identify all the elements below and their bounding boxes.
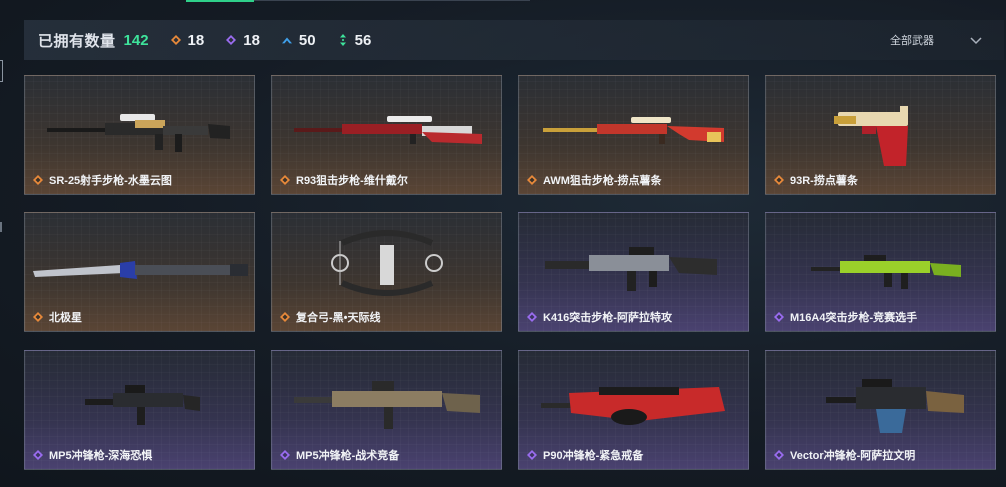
weapon-name: Vector冲锋枪-阿萨拉文明 [790,450,916,462]
stat-blue: 50 [281,31,316,49]
purple-diamond-icon [226,35,237,45]
left-edge-marker-small [0,222,2,232]
weapon-name: 93R-捞点薯条 [790,175,858,187]
weapon-label: 93R-捞点薯条 [774,172,858,188]
weapon-card[interactable]: MP5冲锋枪-战术竞备 [271,350,502,470]
p90-image [541,387,725,425]
vector-smg-image [826,379,964,433]
orange-diamond-icon [33,175,43,185]
weapon-label: 北极星 [33,309,82,325]
stat-green-value: 56 [354,31,372,49]
stat-purple-value: 18 [243,31,260,49]
orange-diamond-icon [280,312,290,322]
weapon-name: K416突击步枪-阿萨拉特攻 [543,312,672,324]
weapon-label: SR-25射手步枪-水墨云图 [33,172,172,188]
purple-diamond-icon [774,312,784,322]
smg-image [85,385,200,425]
weapon-card[interactable]: 93R-捞点薯条 [765,75,996,195]
orange-diamond-icon [527,175,537,185]
orange-diamond-icon [170,35,181,45]
weapon-card[interactable]: K416突击步枪-阿萨拉特攻 [518,212,749,332]
weapon-label: M16A4突击步枪-竞赛选手 [774,309,917,325]
purple-diamond-icon [527,312,537,322]
weapon-label: R93狙击步枪-维什戴尔 [280,172,408,188]
purple-diamond-icon [527,450,537,460]
weapon-card[interactable]: M16A4突击步枪-竞赛选手 [765,212,996,332]
weapon-label: AWM狙击步枪-捞点薯条 [527,172,662,188]
stat-green: 56 [338,31,372,49]
weapon-name: P90冲锋枪-紧急戒备 [543,450,644,462]
weapon-name: R93狙击步枪-维什戴尔 [296,175,408,187]
weapon-card[interactable]: 复合弓-黑•天际线 [271,212,502,332]
assault-rifle-image [811,255,961,289]
purple-diamond-icon [280,450,290,460]
weapon-name: 北极星 [49,312,82,324]
owned-count-value: 142 [123,31,149,49]
active-tab-indicator [186,0,254,2]
compound-bow-image [331,230,443,296]
weapon-name: M16A4突击步枪-竞赛选手 [790,312,918,324]
weapon-label: 复合弓-黑•天际线 [280,309,381,325]
weapon-card[interactable]: MP5冲锋枪-深海恐惧 [24,350,255,470]
weapon-name: MP5冲锋枪-深海恐惧 [49,450,153,462]
stat-orange-value: 18 [187,31,205,49]
smg-image [294,381,480,429]
weapon-name: MP5冲锋枪-战术竞备 [296,450,400,462]
assault-rifle-image [545,247,717,291]
weapon-label: K416突击步枪-阿萨拉特攻 [527,309,672,325]
sniper-rifle-image [294,116,482,144]
weapon-name: 复合弓-黑•天际线 [296,312,381,324]
weapon-filter-dropdown[interactable]: 全部武器 [890,32,934,48]
orange-diamond-icon [280,175,290,185]
sniper-rifle-image [47,114,230,152]
weapon-card[interactable]: 北极星 [24,212,255,332]
left-edge-marker [0,60,3,82]
weapon-label: Vector冲锋枪-阿萨拉文明 [774,447,915,463]
weapon-grid: SR-25射手步枪-水墨云图 R93狙击步枪-维什戴尔 AWM狙击步枪-捞点薯条… [24,75,1004,487]
green-arrows-icon [338,34,348,46]
weapon-label: P90冲锋枪-紧急戒备 [527,447,643,463]
owned-count-label: 已拥有数量 [38,32,116,50]
weapon-card[interactable]: SR-25射手步枪-水墨云图 [24,75,255,195]
weapon-name: SR-25射手步枪-水墨云图 [49,175,172,187]
purple-diamond-icon [33,450,43,460]
weapon-card[interactable]: R93狙击步枪-维什戴尔 [271,75,502,195]
knife-image [33,261,248,279]
stat-purple: 18 [226,32,260,49]
weapon-name: AWM狙击步枪-捞点薯条 [543,175,662,187]
chevron-down-icon[interactable] [970,32,982,50]
purple-diamond-icon [774,450,784,460]
orange-diamond-icon [33,312,43,322]
inventory-summary-bar: 已拥有数量 142 18 18 50 56 全部武器 [24,20,1004,60]
pistol-image [834,106,908,166]
top-divider [254,0,530,1]
weapon-label: MP5冲锋枪-战术竞备 [280,447,399,463]
weapon-card[interactable]: P90冲锋枪-紧急戒备 [518,350,749,470]
stat-blue-value: 50 [298,31,316,49]
weapon-card[interactable]: AWM狙击步枪-捞点薯条 [518,75,749,195]
sniper-rifle-image [543,117,724,144]
weapon-card[interactable]: Vector冲锋枪-阿萨拉文明 [765,350,996,470]
weapon-label: MP5冲锋枪-深海恐惧 [33,447,152,463]
blue-chevron-icon [281,35,292,45]
orange-diamond-icon [774,175,784,185]
stat-orange: 18 [170,31,205,49]
